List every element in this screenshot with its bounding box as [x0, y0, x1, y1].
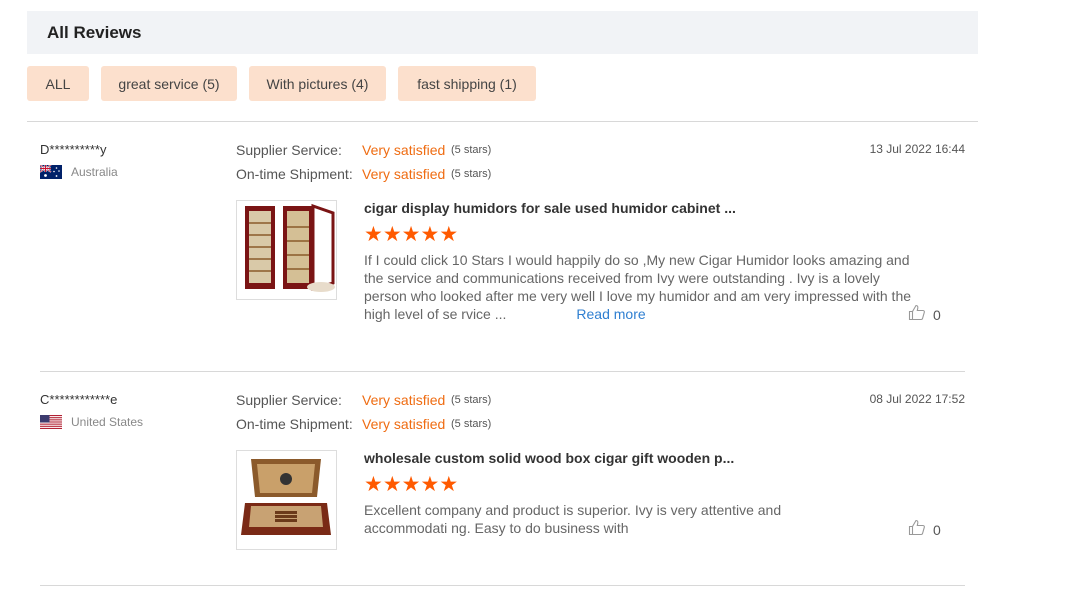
star-icon: ★	[439, 473, 459, 496]
country-name: Australia	[71, 165, 118, 179]
rating-value: Very satisfied	[362, 142, 446, 158]
divider	[40, 585, 965, 586]
rating-label: Supplier Service:	[236, 142, 342, 158]
rating-value: Very satisfied	[362, 392, 446, 408]
star-icon: ★	[401, 473, 421, 496]
reviewer-name: C************e	[40, 392, 118, 407]
star-icon: ★	[364, 223, 383, 246]
review-date: 13 Jul 2022 16:44	[869, 142, 965, 156]
filter-great-service-button[interactable]: great service (5)	[101, 66, 237, 101]
divider	[27, 121, 978, 122]
rating-value: Very satisfied	[362, 416, 446, 432]
like-button[interactable]: 0	[908, 519, 941, 541]
rating-star-count: (5 stars)	[451, 144, 492, 156]
country-name: United States	[71, 415, 144, 429]
filter-fast-shipping-button[interactable]: fast shipping (1)	[398, 66, 536, 101]
filter-all-button[interactable]: ALL	[27, 66, 89, 101]
star-icon: ★	[382, 223, 402, 246]
star-rating: ★★★★★	[364, 474, 458, 495]
review-text: If I could click 10 Stars I would happil…	[364, 251, 912, 323]
page-title: All Reviews	[47, 23, 142, 42]
rating-label: On-time Shipment:	[236, 416, 353, 432]
reviewer-name: D**********y	[40, 142, 107, 157]
rating-star-count: (5 stars)	[451, 394, 492, 406]
star-icon: ★	[420, 473, 440, 496]
product-title-link[interactable]: cigar display humidors for sale used hum…	[364, 200, 736, 216]
thumbs-up-icon	[908, 304, 926, 326]
product-title-link[interactable]: wholesale custom solid wood box cigar gi…	[364, 450, 734, 466]
review-text: Excellent company and product is superio…	[364, 501, 859, 537]
thumbs-up-icon	[908, 519, 926, 541]
divider	[40, 371, 965, 372]
rating-star-count: (5 stars)	[451, 418, 492, 430]
read-more-link[interactable]: Read more	[576, 306, 645, 322]
australia-flag-icon	[39, 164, 62, 179]
reviewer-country: Australia	[39, 164, 118, 179]
star-icon: ★	[420, 223, 440, 246]
reviewer-country: United States	[40, 415, 143, 429]
star-icon: ★	[382, 473, 402, 496]
rating-value: Very satisfied	[362, 166, 446, 182]
like-count: 0	[933, 307, 941, 323]
rating-star-count: (5 stars)	[451, 168, 492, 180]
review-body: Excellent company and product is superio…	[364, 502, 782, 536]
product-image[interactable]	[236, 450, 337, 550]
reviews-header: All Reviews	[27, 11, 978, 54]
review-date: 08 Jul 2022 17:52	[869, 392, 965, 406]
star-icon: ★	[439, 223, 459, 246]
usa-flag-icon	[40, 415, 62, 429]
star-icon: ★	[401, 223, 421, 246]
product-image[interactable]	[236, 200, 337, 300]
star-icon: ★	[364, 473, 383, 496]
like-count: 0	[933, 522, 941, 538]
filter-with-pictures-button[interactable]: With pictures (4)	[249, 66, 386, 101]
rating-label: On-time Shipment:	[236, 166, 353, 182]
rating-label: Supplier Service:	[236, 392, 342, 408]
like-button[interactable]: 0	[908, 304, 941, 326]
star-rating: ★★★★★	[364, 224, 458, 245]
